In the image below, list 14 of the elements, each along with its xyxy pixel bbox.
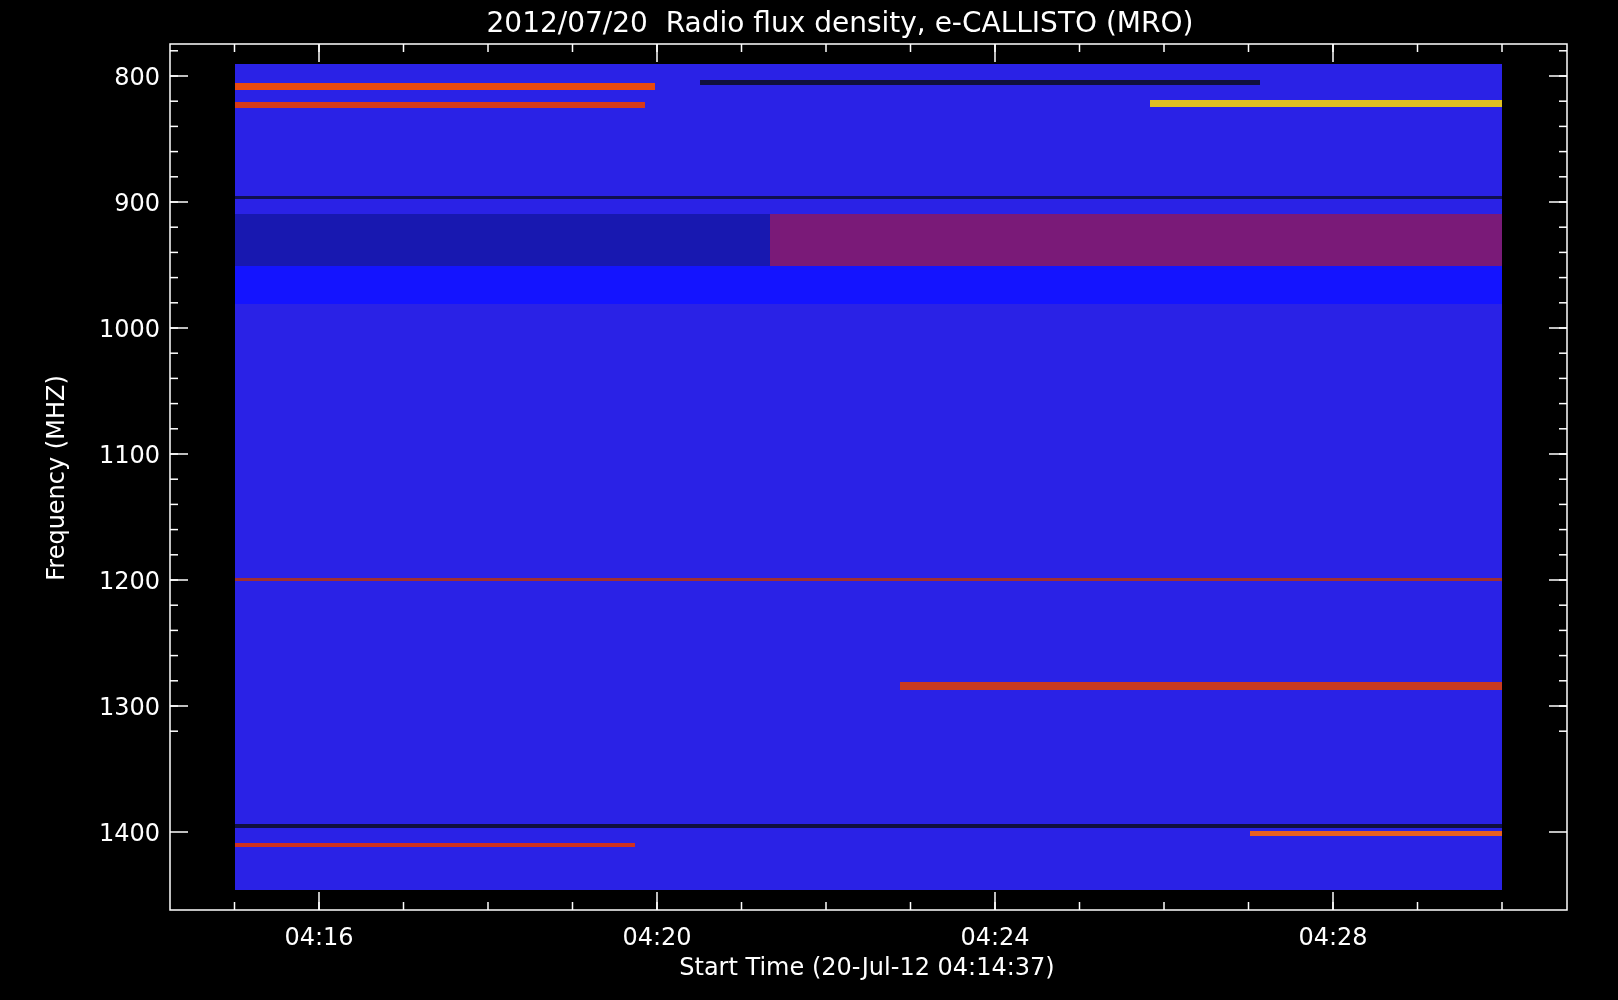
x-axis-label: Start Time (20-Jul-12 04:14:37): [679, 953, 1055, 981]
x-tick-label: 04:16: [284, 923, 354, 951]
y-tick-label: 900: [114, 189, 160, 217]
y-tick-label: 800: [114, 63, 160, 91]
y-tick-label: 1200: [98, 567, 160, 595]
y-tick-label: 1100: [98, 441, 160, 469]
x-tick-label: 04:24: [960, 923, 1030, 951]
y-axis-label: Frequency (MHZ): [42, 375, 70, 581]
y-tick-label: 1400: [98, 819, 160, 847]
chart-title: 2012/07/20 Radio flux density, e-CALLISTO (MRO): [486, 6, 1194, 39]
y-tick-label: 1300: [98, 693, 160, 721]
y-tick-label: 1000: [98, 315, 160, 343]
x-tick-label: 04:20: [622, 923, 692, 951]
x-tick-label: 04:28: [1298, 923, 1368, 951]
